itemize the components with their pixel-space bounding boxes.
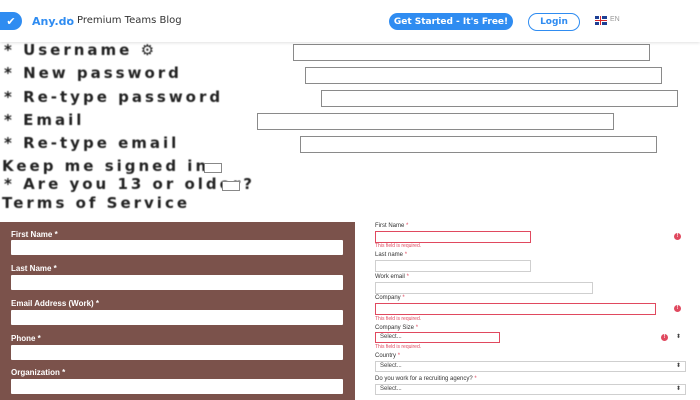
chevron-down-icon[interactable]: ⬍ xyxy=(676,333,681,340)
retype-email-input[interactable] xyxy=(300,136,657,153)
rf-company-size-select[interactable]: Select... xyxy=(375,332,500,343)
rf-country-label: Country * xyxy=(375,353,401,359)
rf-last-name-label: Last name * xyxy=(375,252,408,258)
phone-label: Phone * xyxy=(11,334,41,343)
work-email-input[interactable] xyxy=(11,310,343,325)
rf-recruiting-label: Do you work for a recruiting agency? * xyxy=(375,376,477,382)
username-input[interactable] xyxy=(293,44,650,61)
retype-email-label: * Re-type email xyxy=(4,134,180,152)
phone-input[interactable] xyxy=(11,345,343,360)
chevron-down-icon: ⬍ xyxy=(675,386,681,392)
uk-flag-icon[interactable] xyxy=(595,16,607,25)
top-navigation-bar: ✔ Any.do ⌄ Premium Teams Blog Get Starte… xyxy=(0,0,700,42)
last-name-label: Last Name * xyxy=(11,264,57,273)
chevron-down-icon: ⬍ xyxy=(675,363,681,369)
rf-first-name-error: This field is required. xyxy=(375,243,422,249)
rf-company-size-error: This field is required. xyxy=(375,344,422,350)
rf-company-error: This field is required. xyxy=(375,316,422,322)
chevron-down-icon[interactable]: ⌄ xyxy=(65,13,73,24)
organization-label: Organization * xyxy=(11,368,66,377)
terms-of-service-link[interactable]: Terms of Service xyxy=(2,194,190,212)
rf-work-email-input[interactable] xyxy=(375,282,593,294)
rf-first-name-label: First Name * xyxy=(375,223,409,229)
retype-password-input[interactable] xyxy=(321,90,678,107)
premium-teams-blog-link[interactable]: Premium Teams Blog xyxy=(77,15,182,26)
get-started-button[interactable]: Get Started - It's Free! xyxy=(389,13,513,30)
retype-password-label: * Re-type password xyxy=(4,88,224,106)
error-icon: ! xyxy=(674,233,681,240)
login-button[interactable]: Login xyxy=(528,13,580,31)
error-icon: ! xyxy=(661,334,668,341)
keep-signed-in-checkbox[interactable] xyxy=(204,163,222,173)
rf-last-name-input[interactable] xyxy=(375,260,531,272)
language-label[interactable]: EN xyxy=(610,16,620,23)
last-name-input[interactable] xyxy=(11,275,343,290)
first-name-input[interactable] xyxy=(11,240,343,255)
rf-country-select[interactable]: Select... ⬍ xyxy=(375,361,686,372)
rf-first-name-input[interactable] xyxy=(375,231,531,243)
rf-recruiting-select[interactable]: Select... ⬍ xyxy=(375,384,686,395)
rf-company-label: Company * xyxy=(375,295,405,301)
brown-signup-form: First Name * Last Name * Email Address (… xyxy=(0,222,355,400)
first-name-label: First Name * xyxy=(11,230,58,239)
keep-signed-in-label: Keep me signed in xyxy=(2,157,210,175)
email-input[interactable] xyxy=(257,113,614,130)
age-check-label: * Are you 13 or older? xyxy=(4,175,255,193)
age-check-checkbox[interactable] xyxy=(222,181,240,191)
rf-company-input[interactable] xyxy=(375,303,656,315)
username-label: * Username ⚙ xyxy=(4,41,158,59)
work-email-label: Email Address (Work) * xyxy=(11,299,100,308)
checkmark-logo-icon[interactable]: ✔ xyxy=(0,12,22,30)
rf-work-email-label: Work email * xyxy=(375,274,409,280)
error-icon: ! xyxy=(674,305,681,312)
organization-input[interactable] xyxy=(11,379,343,394)
new-password-input[interactable] xyxy=(305,67,662,84)
email-label: * Email xyxy=(4,111,85,129)
rf-company-size-label: Company Size * xyxy=(375,325,419,331)
new-password-label: * New password xyxy=(4,64,182,82)
